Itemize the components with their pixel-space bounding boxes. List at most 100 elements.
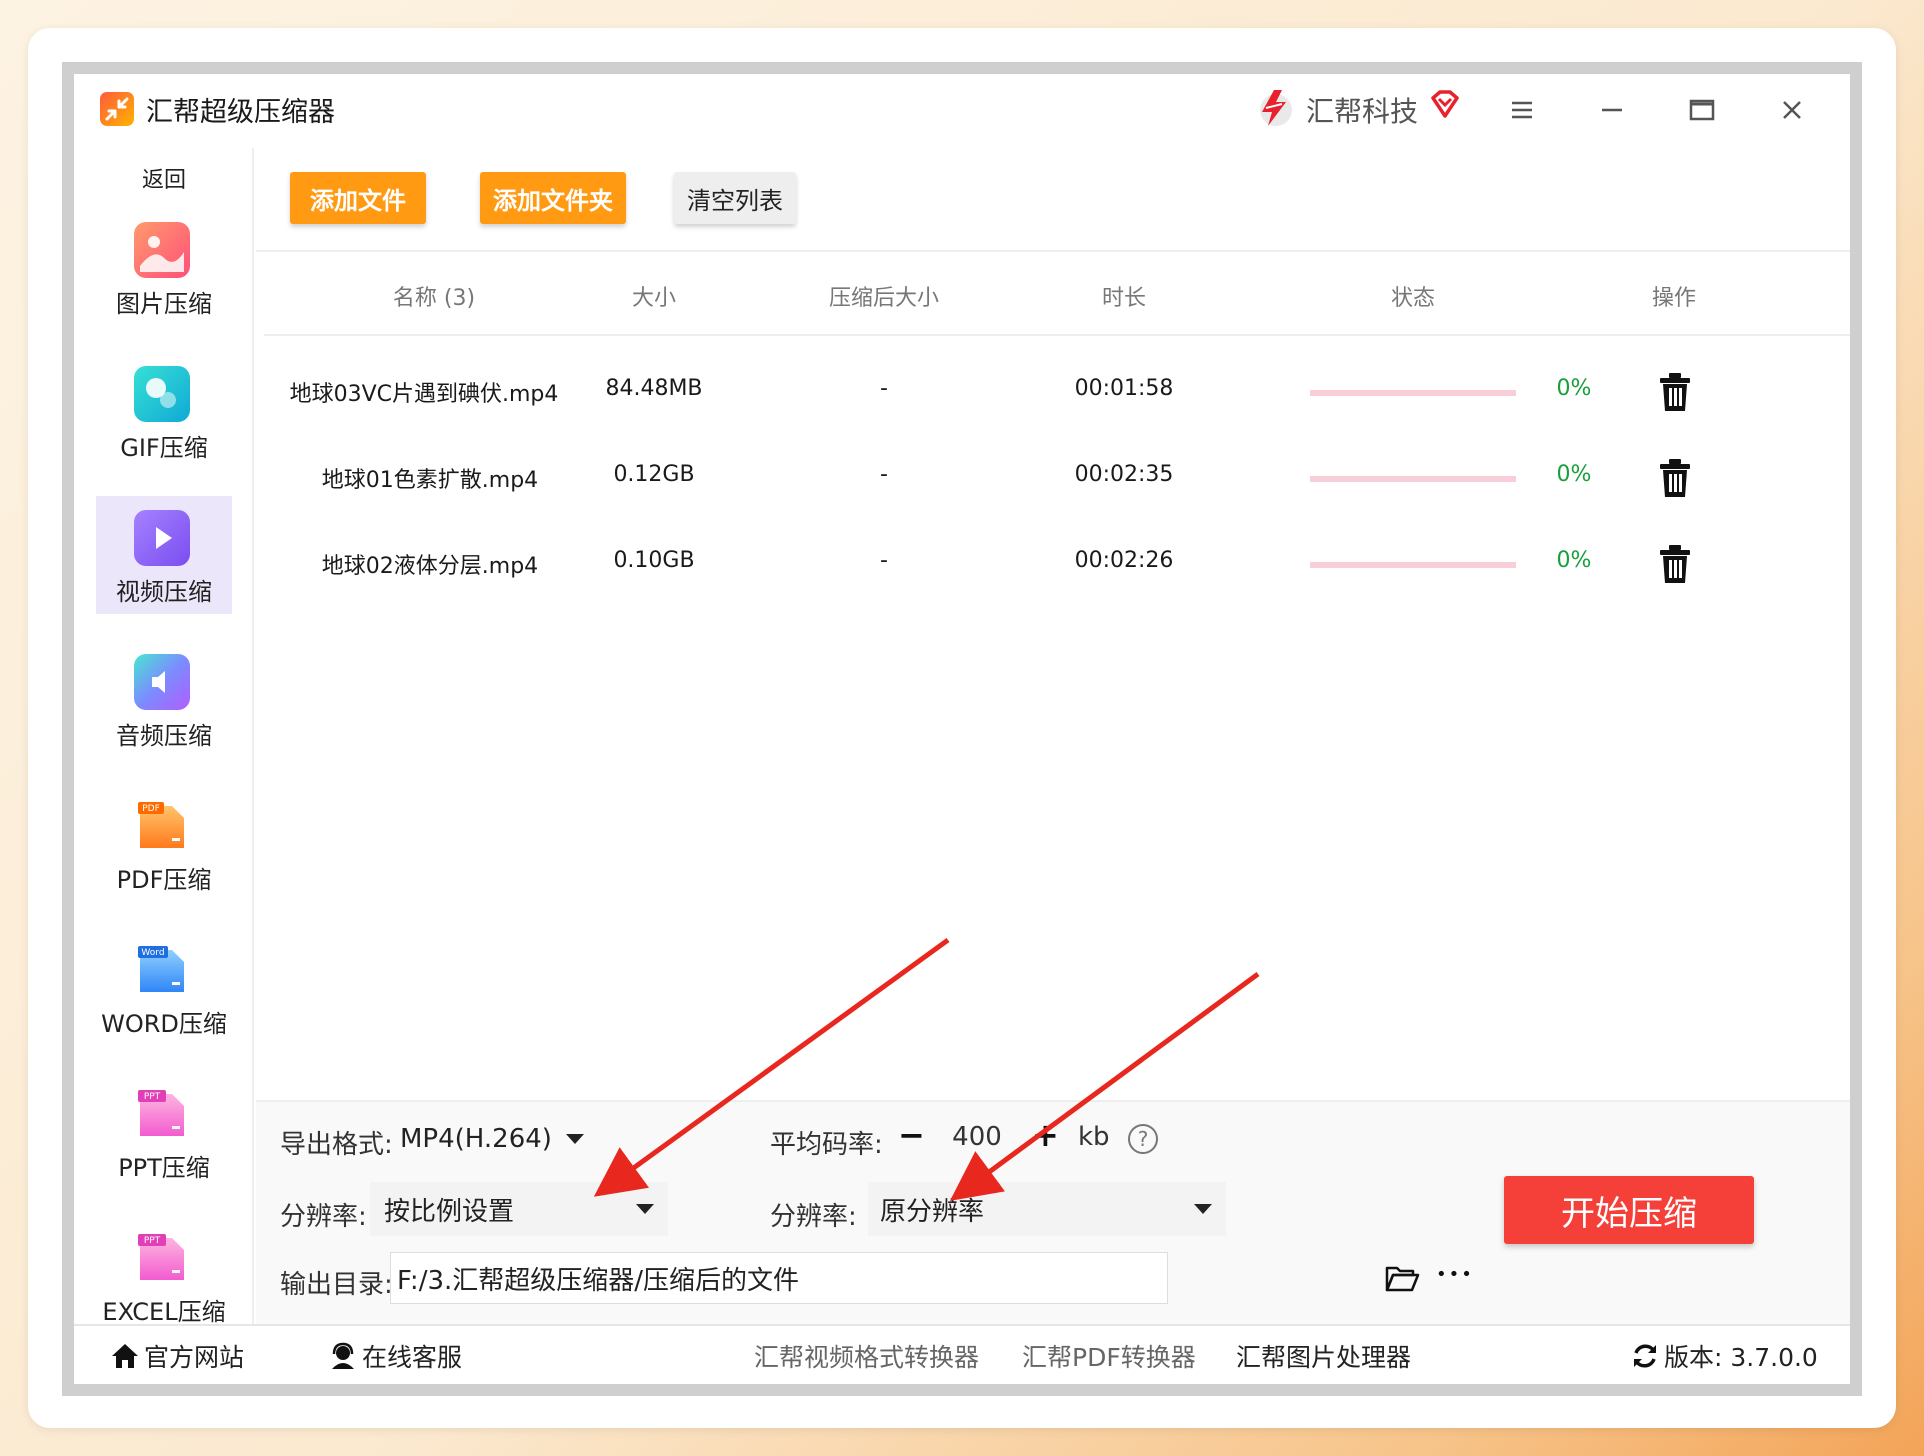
file-size: 84.48MB [605,376,703,401]
bitrate-input[interactable]: 400 [942,1122,1012,1152]
sidebar-item-label: 图片压缩 [116,290,212,318]
output-dir-input[interactable]: F:/3.汇帮超级压缩器/压缩后的文件 [390,1252,1168,1304]
sidebar-item-label: PPT压缩 [118,1154,210,1182]
svg-text:PDF: PDF [142,804,160,814]
column-name[interactable]: 名称 (3) [304,280,564,312]
official-website-link[interactable]: 官方网站 [110,1338,244,1374]
start-compress-button[interactable]: 开始压缩 [1504,1176,1754,1244]
chevron-down-icon [566,1134,584,1144]
minimize-icon [1602,108,1622,112]
table-row[interactable]: 地球03VC片遇到碘伏.mp4 84.48MB - 00:01:58 0% [264,350,1850,436]
image-icon [134,222,190,278]
sidebar-item-video[interactable]: 视频压缩 [96,496,232,614]
sidebar-item-label: 音频压缩 [116,722,212,750]
clear-list-button[interactable]: 清空列表 [674,172,796,224]
bitrate-unit: kb [1078,1122,1110,1152]
home-icon [112,1344,138,1368]
resolution-label-1: 分辨率: [280,1202,367,1232]
file-duration: 00:02:35 [1074,462,1174,487]
resolution-label-2: 分辨率: [770,1202,857,1232]
compressed-size: - [880,548,888,573]
progress-bar [1310,390,1516,396]
title-bar: 汇帮超级压缩器 汇帮科技 [74,74,1850,148]
brand-logo-icon [1252,86,1296,130]
progress-bar [1310,476,1516,482]
image-processor-link[interactable]: 汇帮图片处理器 [1236,1338,1411,1374]
table-row[interactable]: 地球01色素扩散.mp4 0.12GB - 00:02:35 0% [264,436,1850,522]
format-select[interactable]: MP4(H.264) [390,1112,598,1166]
close-button[interactable] [1770,88,1814,132]
resolution-mode-value: 按比例设置 [384,1196,515,1227]
sidebar-item-image[interactable]: 图片压缩 [96,208,232,326]
ppt-file-icon: PPT [134,1086,190,1142]
hamburger-icon [1512,101,1532,119]
sidebar-item-word[interactable]: Word WORD压缩 [96,928,232,1046]
sidebar-item-ppt[interactable]: PPT PPT压缩 [96,1072,232,1190]
format-value: MP4(H.264) [400,1124,552,1154]
close-icon [1783,101,1801,119]
video-converter-link[interactable]: 汇帮视频格式转换器 [754,1338,979,1374]
app-window: 汇帮超级压缩器 汇帮科技 返回 图片压缩 GIF压缩 视频压缩 音频压缩 PDF… [74,74,1850,1384]
delete-button[interactable] [1658,372,1692,412]
audio-speaker-icon [134,654,190,710]
heart-diamond-icon[interactable] [1428,88,1462,122]
version-info[interactable]: 版本: 3.7.0.0 [1630,1338,1818,1374]
sidebar-item-label: GIF压缩 [120,434,208,462]
bitrate-decrease-button[interactable]: − [898,1116,925,1154]
minimize-button[interactable] [1590,88,1634,132]
column-duration[interactable]: 时长 [1064,280,1184,312]
compressed-size: - [880,376,888,401]
progress-percent: 0% [1556,548,1592,573]
sidebar-item-audio[interactable]: 音频压缩 [96,640,232,758]
sidebar-item-label: 视频压缩 [116,578,212,606]
customer-service-icon [332,1342,354,1369]
sidebar-item-pdf[interactable]: PDF PDF压缩 [96,784,232,902]
add-file-button[interactable]: 添加文件 [290,172,426,224]
file-table-header: 名称 (3) 大小 压缩后大小 时长 状态 操作 [264,254,1850,336]
delete-button[interactable] [1658,458,1692,498]
help-icon[interactable]: ? [1128,1124,1158,1154]
refresh-icon [1634,1344,1656,1368]
pdf-converter-link[interactable]: 汇帮PDF转换器 [1022,1338,1196,1374]
trash-icon [1660,373,1690,411]
resolution-mode-select[interactable]: 按比例设置 [370,1182,668,1236]
compressed-size: - [880,462,888,487]
column-status: 状态 [1390,286,1435,311]
app-title: 汇帮超级压缩器 [146,97,335,128]
column-compressed-size[interactable]: 压缩后大小 [784,280,984,312]
app-window-frame: 汇帮超级压缩器 汇帮科技 返回 图片压缩 GIF压缩 视频压缩 音频压缩 PDF… [62,62,1862,1396]
progress-percent: 0% [1556,376,1592,401]
file-name: 地球03VC片遇到碘伏.mp4 [289,382,559,407]
progress-bar [1310,562,1516,568]
chevron-down-icon [1194,1204,1212,1214]
version-label: 版本: 3.7.0.0 [1664,1343,1818,1372]
table-row[interactable]: 地球02液体分层.mp4 0.10GB - 00:02:26 0% [264,522,1850,608]
excel-file-icon: PPT [134,1230,190,1286]
file-name: 地球02液体分层.mp4 [321,554,539,579]
browse-folder-button[interactable] [1384,1260,1420,1296]
app-logo-icon [100,92,134,126]
bitrate-increase-button[interactable]: + [1032,1116,1059,1154]
menu-button[interactable] [1500,88,1544,132]
resolution-value-select[interactable]: 原分辨率 [868,1182,1226,1236]
gif-icon [134,366,190,422]
more-options-button[interactable]: ••• [1436,1264,1474,1285]
footer: 官方网站 在线客服 汇帮视频格式转换器 汇帮PDF转换器 汇帮图片处理器 版本:… [74,1324,1850,1384]
sidebar-item-label: PDF压缩 [116,866,212,894]
format-label: 导出格式: [280,1130,393,1160]
word-file-icon: Word [134,942,190,998]
sidebar-item-excel[interactable]: PPT EXCEL压缩 [96,1216,232,1334]
bitrate-label: 平均码率: [770,1130,883,1160]
sidebar-item-gif[interactable]: GIF压缩 [96,352,232,470]
maximize-button[interactable] [1680,88,1724,132]
svg-text:PPT: PPT [144,1092,161,1102]
video-play-icon [134,510,190,566]
delete-button[interactable] [1658,544,1692,584]
online-support-label: 在线客服 [362,1343,463,1372]
add-folder-button[interactable]: 添加文件夹 [480,172,626,224]
brand-name: 汇帮科技 [1306,95,1419,128]
online-support-link[interactable]: 在线客服 [328,1338,462,1374]
column-size[interactable]: 大小 [594,280,714,312]
back-link[interactable]: 返回 [74,162,254,194]
file-duration: 00:02:26 [1074,548,1174,573]
